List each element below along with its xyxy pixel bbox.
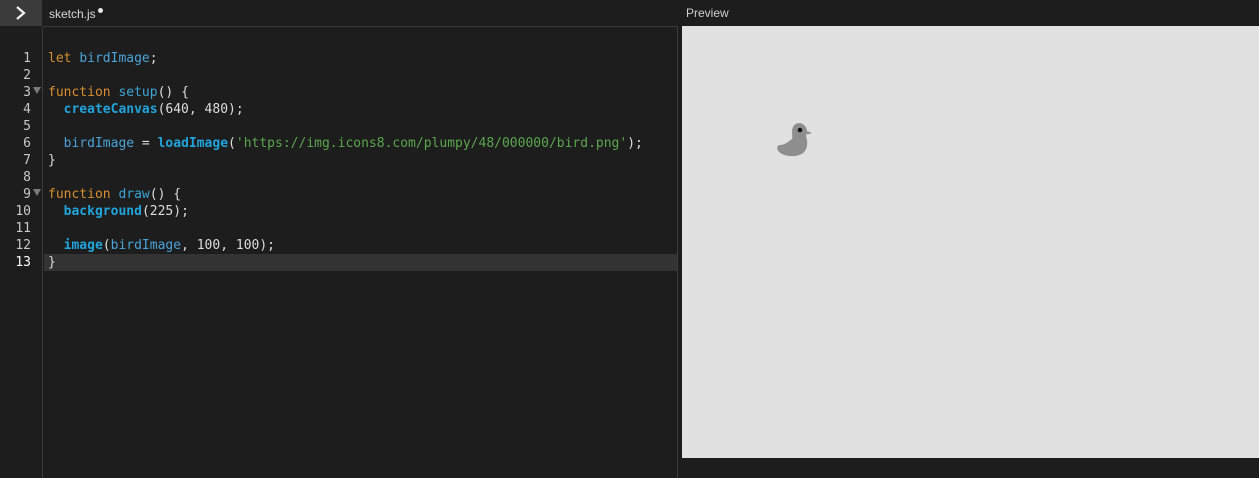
code-token: () { [149, 187, 182, 202]
code-token: , 100, 100); [181, 238, 275, 253]
code-line[interactable]: 7} [23, 152, 677, 169]
preview-title: Preview [686, 6, 729, 20]
file-tab-name: sketch.js [49, 7, 96, 21]
line-number: 12 [15, 238, 31, 253]
line-number: 7 [23, 153, 31, 168]
code-token: birdImage [110, 238, 182, 253]
code-line[interactable]: 13} [15, 254, 677, 271]
code-token: (640, 480); [157, 102, 244, 117]
code-line[interactable]: 2 [23, 67, 677, 84]
preview-canvas[interactable] [682, 26, 1259, 458]
code-token: } [48, 153, 56, 168]
code-token: function [48, 187, 111, 202]
code-token: (225); [141, 204, 189, 219]
line-number: 11 [15, 221, 31, 236]
code-text: createCanvas(640, 480); [48, 101, 244, 118]
line-number: 4 [23, 102, 31, 117]
code-token: loadImage [157, 136, 229, 151]
code-token: = [134, 136, 158, 151]
code-text: birdImage = loadImage('https://img.icons… [48, 135, 643, 152]
fold-arrow-icon[interactable] [33, 189, 41, 196]
code-token: function [48, 85, 111, 100]
line-number: 10 [15, 204, 31, 219]
code-token: 'https://img.icons8.com/plumpy/48/000000… [235, 136, 628, 151]
code-text: function setup() { [48, 84, 189, 101]
code-token: createCanvas [63, 102, 158, 117]
code-token: () { [157, 85, 189, 100]
line-number: 5 [23, 119, 31, 134]
pane-divider[interactable] [677, 26, 678, 478]
code-line[interactable]: 9 function draw() { [23, 186, 677, 203]
code-text: image(birdImage, 100, 100); [48, 237, 275, 254]
code-token: ; [149, 51, 158, 66]
chevron-right-icon [16, 6, 26, 20]
code-token: draw [118, 187, 150, 202]
code-line[interactable]: 6 birdImage = loadImage('https://img.ico… [23, 135, 677, 152]
code-line[interactable]: 12 image(birdImage, 100, 100); [15, 237, 677, 254]
code-line[interactable]: 3 function setup() { [23, 84, 677, 101]
code-line[interactable]: 5 [23, 118, 677, 135]
file-tab-sketch[interactable]: sketch.js [49, 6, 103, 22]
sidebar-toggle-button[interactable] [0, 0, 42, 26]
code-token: birdImage [79, 51, 150, 66]
code-line[interactable]: 1 let birdImage; [23, 50, 677, 67]
code-editor[interactable]: 1 let birdImage; 2 3 function setup() {4 cre… [15, 27, 677, 478]
code-token: ); [627, 136, 643, 151]
line-number: 1 [23, 51, 31, 66]
line-number: 6 [23, 136, 31, 151]
line-number: 13 [15, 255, 31, 270]
code-text: let birdImage; [48, 50, 158, 67]
code-text: background(225); [48, 203, 189, 220]
code-token: } [48, 255, 56, 270]
code-token: background [63, 204, 142, 219]
code-token: let [48, 51, 72, 66]
code-token: ( [102, 238, 111, 253]
code-line[interactable]: 8 [23, 169, 677, 186]
line-number: 3 [23, 85, 31, 100]
code-text: } [48, 152, 56, 169]
bird-icon [777, 123, 812, 157]
line-number: 9 [23, 187, 31, 202]
code-line[interactable]: 11 [15, 220, 677, 237]
line-number: 2 [23, 68, 31, 83]
fold-arrow-icon[interactable] [33, 87, 41, 94]
code-lines: 1 let birdImage; 2 3 function setup() {4 cre… [15, 50, 677, 271]
code-token: birdImage [63, 136, 135, 151]
unsaved-indicator-icon [97, 7, 103, 13]
code-text: function draw() { [48, 186, 181, 203]
editor-tab-bar: sketch.js [43, 0, 677, 27]
code-line[interactable]: 10 background(225); [15, 203, 677, 220]
code-token: setup [118, 85, 158, 100]
code-text: } [48, 254, 56, 271]
code-token: ( [228, 136, 236, 151]
p5-editor-app: sketch.js 1 let birdImage; 2 3 function setu… [0, 0, 1259, 478]
line-number: 8 [23, 170, 31, 185]
code-line[interactable]: 4 createCanvas(640, 480); [23, 101, 677, 118]
code-token: image [63, 238, 103, 253]
